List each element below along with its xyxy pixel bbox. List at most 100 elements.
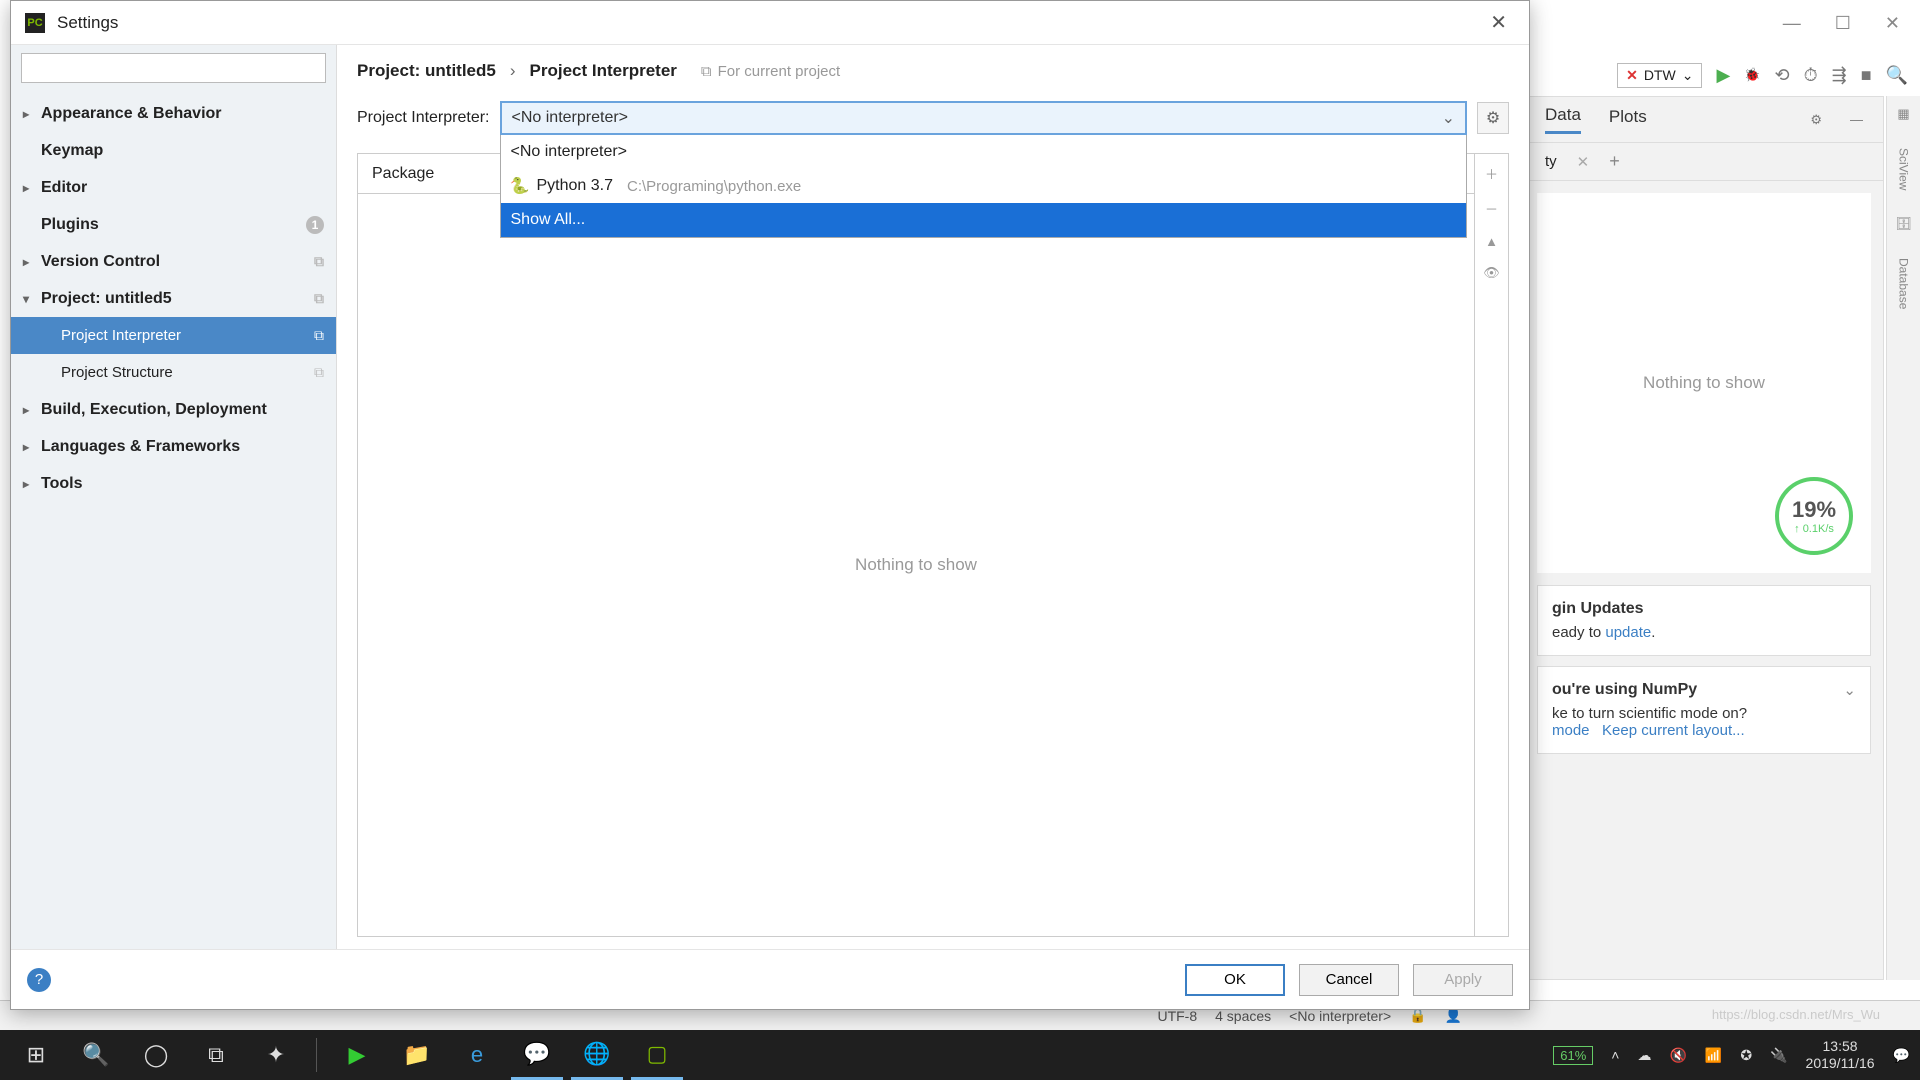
tree-project-interpreter[interactable]: Project Interpreter⧉: [11, 317, 336, 354]
sciview-tool[interactable]: SciView: [1897, 148, 1911, 190]
dd-python37[interactable]: 🐍 Python 3.7 C:\Programing\python.exe: [501, 169, 1467, 203]
clock[interactable]: 13:58 2019/11/16: [1806, 1038, 1875, 1072]
tray-up-icon[interactable]: ˄: [1611, 1047, 1619, 1063]
minimize-icon[interactable]: —: [1783, 13, 1801, 34]
ok-button[interactable]: OK: [1185, 964, 1285, 996]
ide-toolbar: ✕ DTW ⌄ ▶ 🐞 ⟲ ⏱ ⇶ ■ 🔍: [1617, 58, 1908, 92]
systray: 61% ˄ ☁ 🔇 📶 ✪ 🔌 13:58 2019/11/16 💬: [1553, 1038, 1910, 1072]
gear-icon[interactable]: ⚙: [1810, 112, 1822, 128]
taskview-icon[interactable]: ⧉: [190, 1030, 242, 1080]
run-config-select[interactable]: ✕ DTW ⌄: [1617, 63, 1702, 88]
interpreter-dropdown: <No interpreter> 🐍 Python 3.7 C:\Program…: [500, 135, 1468, 238]
watermark: https://blog.csdn.net/Mrs_Wu: [1712, 1007, 1880, 1022]
cancel-button[interactable]: Cancel: [1299, 964, 1399, 996]
volume-icon[interactable]: 🔇: [1669, 1047, 1686, 1064]
progress-circle: 19% ↑ 0.1K/s: [1775, 477, 1853, 555]
show-early-icon[interactable]: 👁: [1483, 265, 1500, 281]
dialog-title: Settings: [57, 13, 118, 33]
tree-project-structure[interactable]: Project Structure⧉: [11, 354, 336, 391]
chevron-down-icon: ⌄: [1682, 67, 1694, 84]
app-icon: PC: [25, 13, 45, 33]
interpreter-combo[interactable]: <No interpreter> ⌄ <No interpreter> 🐍 Py…: [500, 101, 1468, 135]
chrome-icon[interactable]: 🌐: [571, 1030, 623, 1080]
notification-updates[interactable]: gin Updates eady to update.: [1537, 585, 1871, 656]
breadcrumb: Project: untitled5 › Project Interpreter…: [357, 61, 1509, 81]
update-link[interactable]: update: [1605, 624, 1651, 641]
dd-show-all[interactable]: Show All...: [501, 203, 1467, 237]
dialog-footer: ? OK Cancel Apply: [11, 949, 1529, 1009]
tab-data[interactable]: Data: [1545, 105, 1581, 134]
x-icon: ✕: [1626, 67, 1638, 84]
search-task-icon[interactable]: 🔍: [70, 1030, 122, 1080]
interpreter-settings-button[interactable]: ⚙: [1477, 102, 1509, 134]
pycharm-icon[interactable]: ▢: [631, 1030, 683, 1080]
grid-icon[interactable]: ▦: [1897, 106, 1909, 122]
project-scope-icon: ⧉: [701, 63, 712, 80]
chevron-down-icon[interactable]: ⌄: [1843, 681, 1856, 699]
add-package-icon[interactable]: ＋: [1485, 164, 1498, 183]
add-subtab-icon[interactable]: +: [1609, 151, 1620, 172]
coverage-icon[interactable]: ⟲: [1774, 65, 1789, 86]
cloud-icon[interactable]: ☁: [1637, 1047, 1651, 1064]
gear-icon: ⚙: [1486, 108, 1500, 128]
wechat-icon[interactable]: 💬: [511, 1030, 563, 1080]
database-tool[interactable]: Database: [1897, 258, 1911, 309]
search-input[interactable]: [21, 53, 326, 83]
tree-appearance[interactable]: ▸Appearance & Behavior: [11, 95, 336, 132]
bc-page: Project Interpreter: [530, 61, 677, 81]
progress-rate: ↑ 0.1K/s: [1794, 523, 1834, 535]
wifi-icon[interactable]: 📶: [1705, 1047, 1722, 1064]
search-icon[interactable]: 🔍: [1886, 65, 1908, 86]
note-body: eady to: [1552, 624, 1605, 641]
tree-keymap[interactable]: Keymap: [11, 132, 336, 169]
sci-mode-link[interactable]: mode: [1552, 722, 1590, 739]
dd-no-interpreter[interactable]: <No interpreter>: [501, 135, 1467, 169]
cortana-icon[interactable]: ◯: [130, 1030, 182, 1080]
media-icon[interactable]: ▶: [331, 1030, 383, 1080]
progress-pct: 19%: [1792, 497, 1836, 523]
apply-button[interactable]: Apply: [1413, 964, 1513, 996]
close-icon[interactable]: ✕: [1482, 6, 1515, 39]
settings-sidebar: ▸Appearance & Behavior Keymap ▸Editor Pl…: [11, 45, 337, 949]
app1-icon[interactable]: ✦: [250, 1030, 302, 1080]
note-body: ke to turn scientific mode on?: [1552, 705, 1856, 722]
edge-icon[interactable]: e: [451, 1030, 503, 1080]
start-icon[interactable]: ⊞: [10, 1030, 62, 1080]
run-icon[interactable]: ▶: [1716, 65, 1730, 86]
profile-icon[interactable]: ⏱: [1804, 65, 1818, 86]
settings-dialog: PC Settings ✕ ▸Appearance & Behavior Key…: [10, 0, 1530, 1010]
battery-indicator[interactable]: 61%: [1553, 1046, 1593, 1065]
maximize-icon[interactable]: ☐: [1835, 13, 1851, 34]
notification-numpy[interactable]: ⌄ ou're using NumPy ke to turn scientifi…: [1537, 666, 1871, 754]
tab-plots[interactable]: Plots: [1609, 107, 1647, 133]
keep-layout-link[interactable]: Keep current layout...: [1602, 722, 1745, 739]
taskbar: ⊞ 🔍 ◯ ⧉ ✦ ▶ 📁 e 💬 🌐 ▢ 61% ˄ ☁ 🔇 📶 ✪ 🔌 13…: [0, 1030, 1920, 1080]
tree-lang[interactable]: ▸Languages & Frameworks: [11, 428, 336, 465]
tree-editor[interactable]: ▸Editor: [11, 169, 336, 206]
notifications-icon[interactable]: 💬: [1893, 1047, 1910, 1064]
upgrade-package-icon[interactable]: ▲: [1485, 234, 1498, 249]
tree-build[interactable]: ▸Build, Execution, Deployment: [11, 391, 336, 428]
help-icon[interactable]: ?: [27, 968, 51, 992]
db-icon[interactable]: 🗄: [1895, 216, 1912, 232]
dialog-titlebar: PC Settings ✕: [11, 1, 1529, 45]
tree-tools[interactable]: ▸Tools: [11, 465, 336, 502]
explorer-icon[interactable]: 📁: [391, 1030, 443, 1080]
close-subtab-icon[interactable]: ✕: [1577, 153, 1590, 171]
bc-project: Project: untitled5: [357, 61, 496, 81]
hide-icon[interactable]: —: [1850, 112, 1863, 127]
debug-icon[interactable]: 🐞: [1744, 67, 1760, 83]
stop-icon[interactable]: ■: [1861, 65, 1872, 86]
attach-icon[interactable]: ⇶: [1832, 65, 1847, 86]
package-empty: Nothing to show: [358, 194, 1474, 936]
tree-plugins[interactable]: Plugins1: [11, 206, 336, 243]
chevron-down-icon: ⌄: [1442, 108, 1455, 128]
close-window-icon[interactable]: ✕: [1885, 13, 1900, 34]
settings-content: Project: untitled5 › Project Interpreter…: [337, 45, 1529, 949]
tree-vcs[interactable]: ▸Version Control⧉: [11, 243, 336, 280]
power-icon[interactable]: 🔌: [1770, 1047, 1787, 1064]
subtab-ty[interactable]: ty: [1545, 153, 1557, 170]
remove-package-icon[interactable]: －: [1485, 199, 1498, 218]
tree-project[interactable]: ▾Project: untitled5⧉: [11, 280, 336, 317]
ime-icon[interactable]: ✪: [1740, 1047, 1752, 1064]
